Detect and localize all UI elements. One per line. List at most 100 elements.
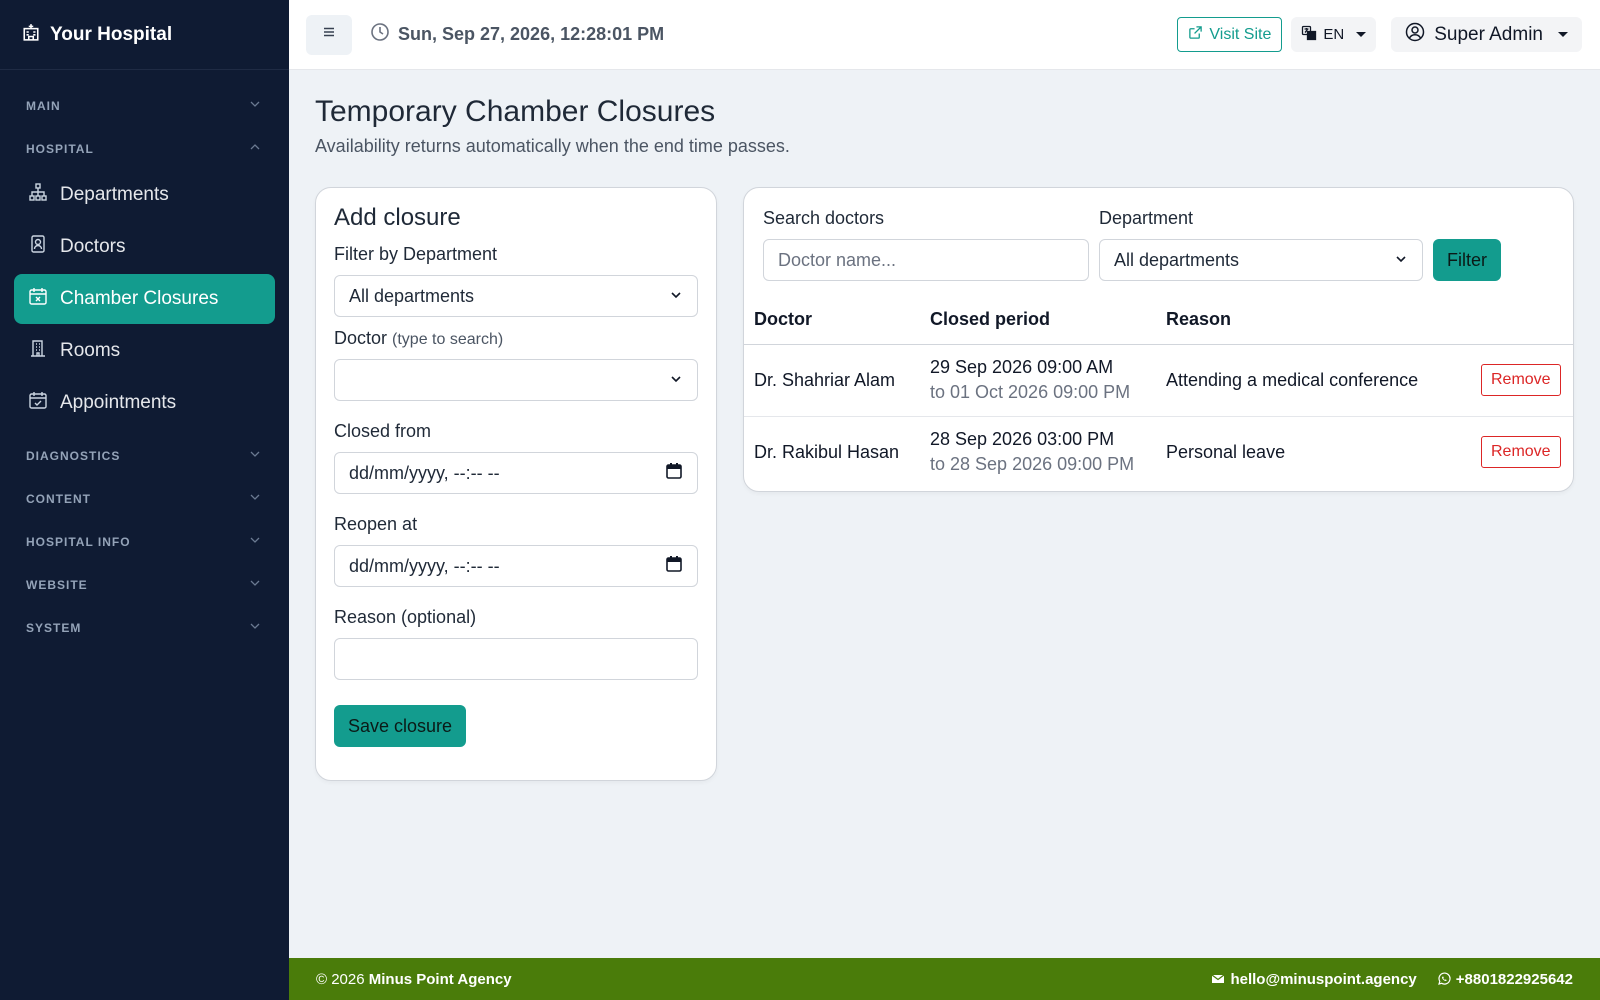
doctor-cell: Dr. Shahriar Alam	[744, 344, 920, 417]
chevron-down-icon	[249, 491, 261, 506]
sitemap-icon	[28, 182, 48, 208]
table-row: Dr. Shahriar Alam 29 Sep 2026 09:00 AM t…	[744, 344, 1573, 417]
sidebar-item-label: Appointments	[60, 392, 177, 413]
nav-section-system[interactable]: SYSTEM	[0, 606, 289, 649]
reason-label: Reason (optional)	[334, 607, 477, 627]
sidebar-item-appointments[interactable]: Appointments	[14, 378, 275, 428]
clock-icon	[370, 22, 390, 47]
hamburger-icon	[321, 24, 337, 45]
reopen-at-label: Reopen at	[334, 514, 418, 534]
doctor-select[interactable]	[334, 359, 698, 401]
whatsapp-icon	[1437, 972, 1451, 986]
department-label: Department	[1099, 208, 1194, 228]
add-closure-card: Add closure Filter by Department All dep…	[315, 187, 717, 781]
calendar-icon[interactable]	[665, 462, 683, 485]
chevron-down-icon	[669, 286, 683, 307]
user-circle-icon	[1405, 22, 1425, 48]
hospital-icon	[22, 23, 40, 47]
sidebar-item-label: Chamber Closures	[60, 288, 219, 309]
table-row: Dr. Rakibul Hasan 28 Sep 2026 03:00 PM t…	[744, 416, 1573, 488]
nav-section-hospital[interactable]: HOSPITAL	[0, 127, 289, 170]
copyright: © 2026 Minus Point Agency	[316, 970, 512, 988]
reason-cell: Personal leave	[1166, 441, 1286, 462]
chevron-up-icon	[249, 141, 261, 156]
visit-site-button[interactable]: Visit Site	[1177, 17, 1283, 52]
closures-list-card: Search doctors Doctor name... Department…	[743, 187, 1574, 492]
envelope-icon	[1211, 972, 1225, 986]
filter-department-select[interactable]: All departments	[334, 275, 698, 317]
menu-toggle-button[interactable]	[306, 14, 352, 55]
phone-link[interactable]: +8801822925642	[1437, 971, 1573, 988]
period-from: 28 Sep 2026 03:00 PM	[930, 429, 1115, 450]
period-cell: 28 Sep 2026 03:00 PM to 28 Sep 2026 09:0…	[920, 416, 1156, 488]
search-doctors-label: Search doctors	[763, 208, 885, 228]
topbar: Sun, Sep 27, 2026, 12:28:01 PM Visit Sit…	[289, 0, 1600, 70]
add-closure-heading: Add closure	[334, 204, 461, 231]
sidebar-item-rooms[interactable]: Rooms	[14, 326, 275, 376]
closures-table: Doctor Closed period Reason Dr. Shahriar…	[744, 296, 1573, 488]
period-from: 29 Sep 2026 09:00 AM	[930, 357, 1114, 377]
chevron-down-icon	[249, 620, 261, 635]
company-link[interactable]: Minus Point Agency	[369, 971, 512, 988]
save-closure-button[interactable]: Save closure	[334, 705, 467, 747]
calendar-check-icon	[28, 390, 48, 416]
chevron-down-icon	[249, 534, 261, 549]
page-title: Temporary Chamber Closures	[315, 95, 716, 128]
chevron-down-icon	[249, 98, 261, 113]
reason-cell: Attending a medical conference	[1156, 344, 1471, 417]
period-to: to 01 Oct 2026 09:00 PM	[930, 382, 1131, 402]
nav-section-website[interactable]: WEBSITE	[0, 563, 289, 606]
chevron-down-icon	[249, 448, 261, 463]
nav-section-content[interactable]: CONTENT	[0, 477, 289, 520]
email-link[interactable]: hello@minuspoint.agency	[1211, 971, 1417, 988]
column-reason: Reason	[1156, 296, 1471, 345]
sidebar-item-departments[interactable]: Departments	[14, 170, 275, 220]
calendar-x-icon	[28, 286, 48, 312]
sidebar-item-chamber-closures[interactable]: Chamber Closures	[14, 274, 275, 324]
reason-input[interactable]	[334, 638, 698, 680]
period-to: to 28 Sep 2026 09:00 PM	[930, 454, 1135, 475]
search-doctors-input[interactable]: Doctor name...	[763, 239, 1089, 281]
caret-down-icon	[1558, 32, 1568, 37]
closed-from-input[interactable]: dd/mm/yyyy, --:-- --	[334, 452, 698, 494]
page-subtitle: Availability returns automatically when …	[315, 136, 790, 156]
remove-button[interactable]: Remove	[1481, 364, 1561, 396]
department-select[interactable]: All departments	[1099, 239, 1423, 281]
closed-from-label: Closed from	[334, 421, 432, 441]
footer: © 2026 Minus Point Agency hello@minuspoi…	[289, 958, 1600, 1000]
nav-section-diagnostics[interactable]: DIAGNOSTICS	[0, 434, 289, 477]
filter-department-label: Filter by Department	[334, 244, 498, 264]
sidebar-item-label: Departments	[60, 184, 169, 205]
doctor-badge-icon	[28, 234, 48, 260]
datetime-display: Sun, Sep 27, 2026, 12:28:01 PM	[370, 22, 664, 47]
building-icon	[28, 338, 48, 364]
translate-icon	[1301, 25, 1317, 45]
sidebar-item-label: Rooms	[60, 340, 121, 361]
sidebar-item-label: Doctors	[60, 236, 126, 257]
column-doctor: Doctor	[744, 296, 920, 345]
calendar-icon[interactable]	[665, 555, 683, 578]
doctor-hint: (type to search)	[392, 331, 504, 348]
chevron-down-icon	[249, 577, 261, 592]
doctor-cell: Dr. Rakibul Hasan	[754, 441, 900, 462]
period-cell: 29 Sep 2026 09:00 AM to 01 Oct 2026 09:0…	[920, 344, 1156, 417]
sidebar-item-doctors[interactable]: Doctors	[14, 222, 275, 272]
brand-name: Your Hospital	[50, 23, 173, 45]
filter-button[interactable]: Filter	[1433, 239, 1501, 281]
remove-button[interactable]: Remove	[1481, 436, 1561, 469]
column-closed-period: Closed period	[920, 296, 1156, 345]
reopen-at-input[interactable]: dd/mm/yyyy, --:-- --	[334, 545, 698, 587]
nav-section-hospital-info[interactable]: HOSPITAL INFO	[0, 520, 289, 563]
caret-down-icon	[1356, 32, 1367, 37]
doctor-label: Doctor (type to search)	[334, 328, 504, 348]
nav-section-main[interactable]: MAIN	[0, 84, 289, 127]
brand[interactable]: Your Hospital	[0, 0, 289, 70]
user-menu-dropdown[interactable]: Super Admin	[1391, 17, 1582, 52]
language-dropdown[interactable]: EN	[1291, 17, 1377, 52]
chevron-down-icon	[1394, 250, 1408, 271]
chevron-down-icon	[669, 370, 683, 391]
sidebar: Your Hospital MAIN HOSPITAL Departments …	[0, 0, 289, 1000]
datetime-text: Sun, Sep 27, 2026, 12:28:01 PM	[398, 24, 665, 44]
external-link-icon	[1188, 25, 1203, 45]
table-header-row: Doctor Closed period Reason	[744, 296, 1573, 345]
